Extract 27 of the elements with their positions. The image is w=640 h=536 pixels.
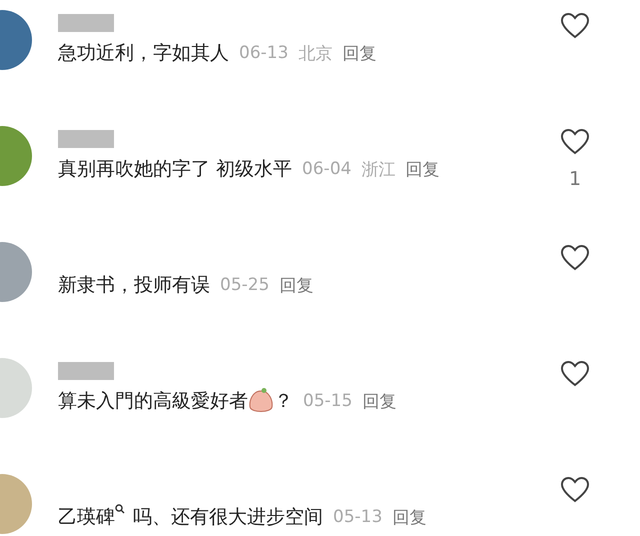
blob-emoji-icon	[248, 387, 274, 415]
reply-link[interactable]: 回复	[405, 158, 440, 180]
heart-icon[interactable]	[560, 476, 590, 504]
reply-link[interactable]: 回复	[279, 274, 314, 296]
heart-icon[interactable]	[560, 128, 590, 156]
reply-link[interactable]: 回复	[362, 390, 396, 412]
comment-location: 北京	[298, 42, 332, 64]
comment-text: 算未入門的高級愛好者	[58, 389, 248, 414]
comment-text: 真别再吹她的字了 初级水平	[58, 157, 292, 182]
comment-text: 急功近利，字如其人	[58, 41, 229, 66]
comment-text: ？	[274, 389, 293, 414]
comment-text: 吗、还有很大进步空间	[133, 505, 323, 530]
heart-icon[interactable]	[560, 244, 590, 272]
comment-date: 05-13	[333, 507, 382, 527]
comment-date: 05-15	[303, 391, 352, 411]
like-count: 1	[568, 168, 582, 190]
heart-icon[interactable]	[560, 360, 590, 388]
reply-link[interactable]: 回复	[342, 42, 376, 64]
reply-link[interactable]: 回复	[392, 506, 426, 528]
search-keyword-link[interactable]: 乙瑛碑	[58, 504, 125, 530]
comment-text: 新隶书，投师有误	[58, 273, 210, 298]
comment-location: 浙江	[361, 158, 396, 180]
heart-icon[interactable]	[560, 12, 590, 40]
search-icon	[115, 504, 125, 514]
comment-date: 06-04	[302, 159, 352, 179]
comment-date: 05-25	[220, 275, 270, 295]
comment-date: 06-13	[239, 43, 288, 63]
